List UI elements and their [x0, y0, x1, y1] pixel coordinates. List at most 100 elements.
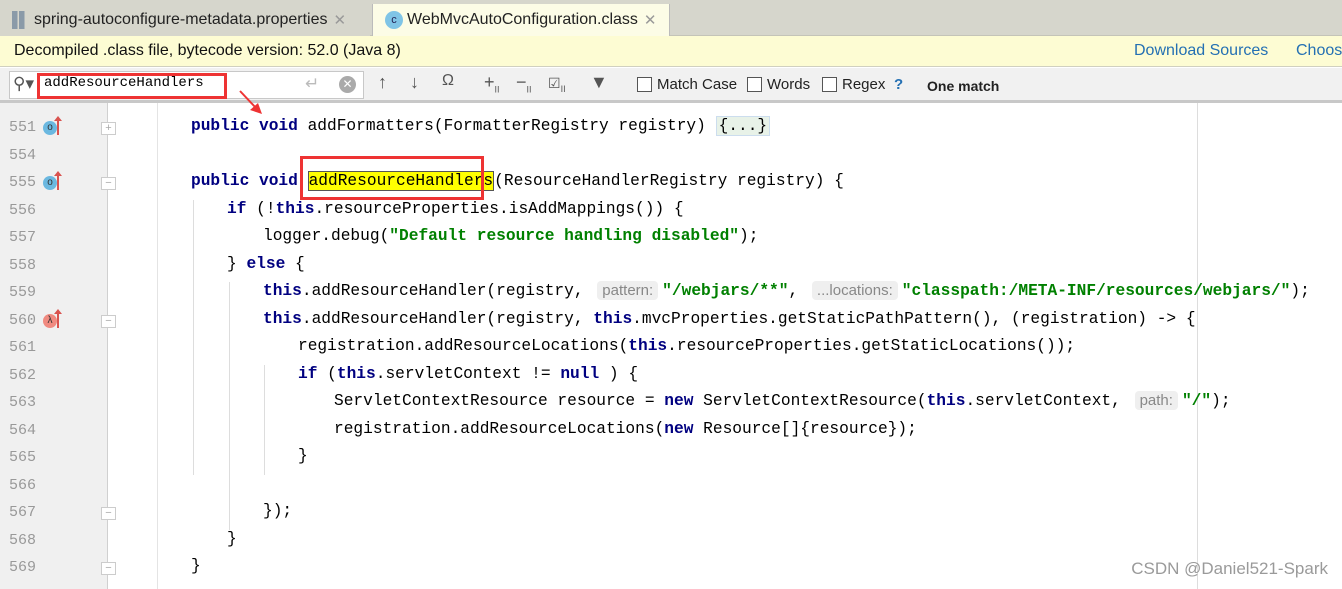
indent-guide	[264, 364, 265, 475]
line-number: 557	[8, 229, 36, 246]
clear-search-icon[interactable]: ✕	[339, 76, 356, 93]
parameter-hint: ...locations:	[811, 281, 898, 300]
keyword: this	[336, 364, 376, 383]
line-number: 562	[8, 366, 36, 384]
code-line: ServletContextResource resource = new Se…	[334, 391, 1231, 410]
fold-collapse-icon[interactable]: −	[101, 314, 116, 328]
tab-class-file[interactable]: c WebMvcAutoConfiguration.class ✕	[372, 4, 670, 36]
filter-icon[interactable]: ▼	[590, 72, 608, 93]
string-literal: "classpath:/META-INF/resources/webjars/"	[901, 282, 1291, 300]
code-token: .mvcProperties.getStaticPathPattern(), (…	[632, 309, 1196, 328]
code-token: .addResourceHandler(registry,	[301, 282, 594, 300]
code-token: Resource[]{resource});	[703, 419, 917, 438]
remove-selection-icon[interactable]: −II	[516, 72, 532, 95]
tab-properties-file[interactable]: spring-autoconfigure-metadata.properties…	[0, 4, 370, 36]
words-label[interactable]: Words	[767, 76, 810, 93]
words-checkbox[interactable]	[747, 77, 762, 92]
line-number: 560	[8, 311, 36, 329]
line-number: 564	[8, 421, 36, 439]
line-number: 558	[8, 256, 36, 274]
code-token: });	[263, 502, 293, 520]
line-number: 559	[8, 284, 36, 301]
code-token: (!	[256, 199, 276, 218]
parameter-hint: pattern:	[597, 281, 659, 300]
code-line: public void addFormatters(FormatterRegis…	[191, 116, 771, 136]
annotation-box-match	[300, 156, 484, 200]
keyword: new	[664, 392, 704, 410]
keyword: this	[926, 392, 966, 410]
close-tab-icon[interactable]: ✕	[644, 11, 657, 29]
keyword: this	[263, 309, 302, 328]
code-token: ,	[788, 282, 808, 300]
overrides-arrow-icon[interactable]	[54, 116, 62, 135]
close-tab-icon[interactable]: ✕	[334, 11, 347, 29]
fold-collapse-icon[interactable]: −	[101, 507, 116, 520]
code-token: .resourceProperties.isAddMappings()) {	[314, 199, 684, 218]
overrides-arrow-icon[interactable]	[54, 171, 62, 190]
lambda-icon[interactable]: λ	[43, 313, 57, 328]
match-count: One match	[927, 78, 1000, 94]
editor-tab-bar: spring-autoconfigure-metadata.properties…	[0, 0, 1342, 36]
regex-help-link[interactable]: ?	[894, 76, 903, 93]
regex-checkbox[interactable]	[822, 77, 837, 92]
watermark: CSDN @Daniel521-Spark	[1131, 559, 1328, 578]
code-token: registration.addResourceLocations(	[298, 337, 629, 355]
line-number: 568	[8, 531, 36, 549]
previous-occurrence-icon[interactable]: ↑	[378, 72, 387, 93]
code-token: .resourceProperties.getStaticLocations()…	[667, 337, 1076, 355]
fold-collapse-icon[interactable]: −	[101, 562, 116, 575]
line-number: 565	[8, 449, 36, 466]
code-line: logger.debug("Default resource handling …	[263, 227, 758, 245]
properties-file-icon	[12, 11, 30, 29]
download-sources-link[interactable]: Download Sources	[1134, 36, 1268, 66]
line-number: 561	[8, 339, 36, 356]
match-case-label[interactable]: Match Case	[657, 76, 737, 93]
keyword: public void	[191, 172, 308, 190]
code-token: );	[1290, 282, 1310, 300]
code-token: ) {	[599, 364, 639, 383]
string-literal: "/"	[1181, 392, 1212, 410]
code-token: ServletContextResource resource =	[334, 392, 665, 410]
indent-guide	[193, 199, 194, 475]
keyword: public void	[191, 117, 308, 135]
line-number: 555	[8, 174, 36, 191]
select-all-occurrences-icon[interactable]: Ω	[442, 72, 454, 90]
code-editor[interactable]: 551 o + public void addFormatters(Formatter…	[0, 103, 1342, 589]
next-occurrence-icon[interactable]: ↓	[410, 72, 419, 93]
indent-guide	[229, 282, 230, 530]
annotation-box-search	[37, 73, 227, 99]
folded-code[interactable]: {...}	[715, 116, 771, 136]
regex-label[interactable]: Regex	[842, 76, 885, 93]
code-token: (ResourceHandlerRegistry registry) {	[494, 172, 844, 190]
enter-icon: ↵	[305, 74, 320, 93]
match-case-checkbox[interactable]	[637, 77, 652, 92]
code-token: .servletContext !=	[375, 364, 561, 383]
line-number: 567	[8, 504, 36, 521]
code-token: (	[327, 364, 337, 383]
code-token: }	[191, 557, 201, 575]
tab-label: WebMvcAutoConfiguration.class	[407, 11, 638, 28]
toggle-selection-icon[interactable]: ☑II	[548, 75, 566, 94]
choose-sources-link[interactable]: Choos	[1296, 36, 1342, 66]
add-selection-icon[interactable]: +II	[484, 72, 500, 95]
code-token: }	[298, 447, 308, 465]
overrides-arrow-icon[interactable]	[54, 308, 62, 328]
code-token: addFormatters(FormatterRegistry registry…	[307, 117, 716, 135]
code-line: this.addResourceHandler(registry, this.m…	[263, 310, 1196, 328]
search-icon[interactable]: ⚲▾	[13, 74, 34, 94]
line-number: 569	[8, 559, 36, 576]
line-number: 566	[8, 476, 36, 494]
override-icon[interactable]: o	[43, 121, 57, 135]
line-number: 551	[8, 119, 36, 136]
code-line: }	[227, 530, 237, 548]
code-token: );	[1211, 392, 1231, 410]
code-line: registration.addResourceLocations(this.r…	[298, 337, 1075, 355]
keyword: new	[664, 419, 704, 438]
code-line: public void addResourceHandlers(Resource…	[191, 171, 844, 191]
fold-collapse-icon[interactable]: −	[101, 177, 116, 190]
fold-expand-icon[interactable]: +	[101, 122, 116, 135]
string-literal: "Default resource handling disabled"	[389, 227, 740, 245]
override-icon[interactable]: o	[43, 176, 57, 190]
code-token: registration.addResourceLocations(	[334, 419, 665, 438]
code-line: if (this.servletContext != null ) {	[298, 365, 638, 383]
